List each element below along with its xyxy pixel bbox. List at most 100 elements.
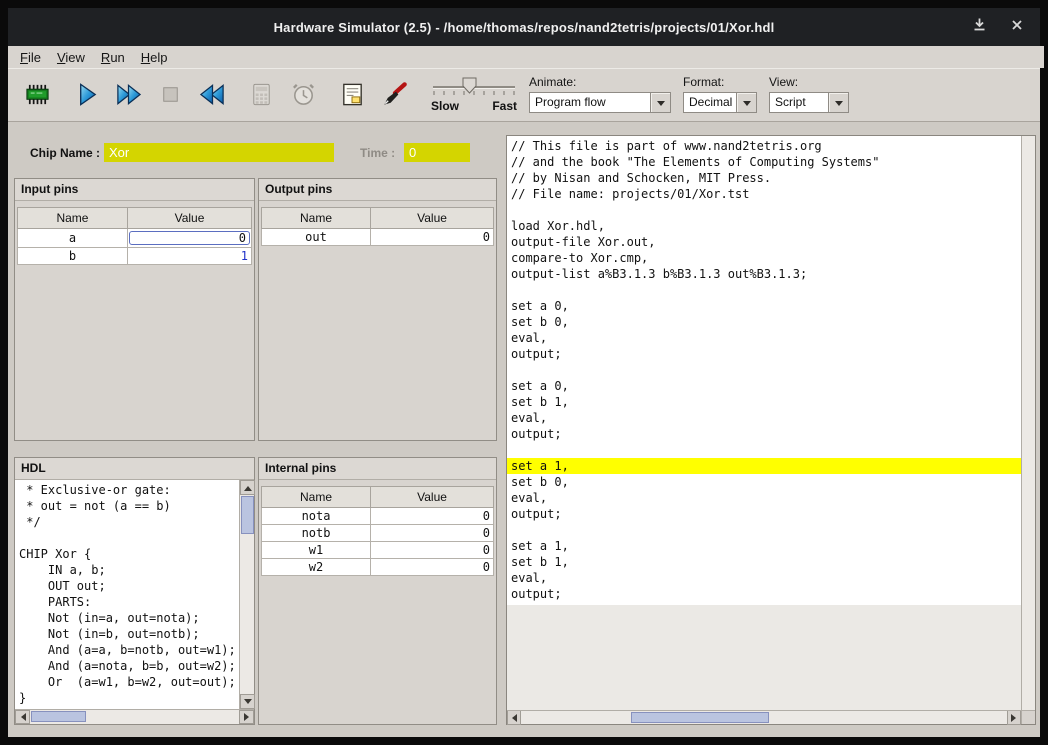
script-line: output-list a%B3.1.3 b%B3.1.3 out%B3.1.3… bbox=[507, 266, 1021, 282]
script-vertical-scrollbar[interactable] bbox=[1021, 136, 1035, 710]
chip-icon bbox=[24, 81, 51, 108]
clock-button[interactable] bbox=[282, 74, 324, 116]
script-line: eval, bbox=[507, 330, 1021, 346]
pin-value-cell[interactable]: 1 bbox=[127, 248, 251, 265]
menu-item[interactable]: Help bbox=[133, 46, 176, 68]
script-view: // This file is part of www.nand2tetris.… bbox=[507, 136, 1021, 605]
pin-value-cell: 0 bbox=[371, 559, 494, 576]
menu-item[interactable]: File bbox=[12, 46, 49, 68]
minimize-icon bbox=[972, 17, 987, 37]
view-select[interactable]: Script bbox=[769, 92, 849, 113]
script-line: set a 0, bbox=[507, 298, 1021, 314]
scroll-right-button[interactable] bbox=[1007, 711, 1021, 725]
script-line: eval, bbox=[507, 490, 1021, 506]
hardware-simulator-window: Hardware Simulator (2.5) - /home/thomas/… bbox=[0, 0, 1048, 745]
close-button[interactable] bbox=[1008, 18, 1026, 36]
input-pins-panel: Input pins Name Value a 0 bbox=[14, 178, 255, 441]
animate-select[interactable]: Program flow bbox=[529, 92, 671, 113]
scroll-down-button[interactable] bbox=[240, 694, 255, 709]
internal-pins-panel: Internal pins Name Value nota 0 bbox=[258, 457, 497, 725]
script-horizontal-scrollbar[interactable] bbox=[507, 710, 1021, 724]
script-line: set a 0, bbox=[507, 378, 1021, 394]
script-line bbox=[507, 362, 1021, 378]
hdl-title: HDL bbox=[15, 458, 254, 480]
hdl-code-view: * Exclusive-or gate: * out = not (a == b… bbox=[15, 480, 239, 709]
horizontal-scroll-thumb[interactable] bbox=[31, 711, 86, 722]
calculator-icon bbox=[248, 81, 275, 108]
output-pins-name-header: Name bbox=[262, 208, 371, 229]
view-label: View: bbox=[769, 75, 849, 89]
internal-pin-row: nota 0 bbox=[262, 508, 494, 525]
script-line: eval, bbox=[507, 410, 1021, 426]
script-icon bbox=[339, 81, 366, 108]
chevron-down-icon[interactable] bbox=[736, 93, 756, 112]
pin-value-cell: 0 bbox=[371, 229, 494, 246]
script-line: output-file Xor.out, bbox=[507, 234, 1021, 250]
titlebar[interactable]: Hardware Simulator (2.5) - /home/thomas/… bbox=[8, 8, 1040, 46]
input-pins-table: Name Value a 0 b 1 bbox=[17, 207, 252, 265]
scroll-left-button[interactable] bbox=[15, 710, 30, 724]
triangle-left-icon bbox=[508, 714, 517, 722]
single-step-button[interactable] bbox=[65, 74, 107, 116]
scroll-up-button[interactable] bbox=[240, 480, 255, 495]
minimize-button[interactable] bbox=[970, 18, 988, 36]
toolbar: Slow Fast Animate: Program flow Format: … bbox=[8, 68, 1040, 122]
view-script-button[interactable] bbox=[331, 74, 373, 116]
format-select[interactable]: Decimal bbox=[683, 92, 757, 113]
format-selected-value: Decimal bbox=[684, 93, 736, 112]
slider-fast-label: Fast bbox=[492, 99, 517, 113]
calculator-button[interactable] bbox=[240, 74, 282, 116]
chevron-down-icon[interactable] bbox=[828, 93, 848, 112]
pin-value-cell: 0 bbox=[371, 508, 494, 525]
script-line: set b 0, bbox=[507, 314, 1021, 330]
pin-name: out bbox=[262, 229, 371, 246]
pin-value-cell[interactable]: 0 bbox=[127, 229, 251, 248]
output-pins-table: Name Value out 0 bbox=[261, 207, 494, 246]
slider-thumb bbox=[463, 78, 476, 93]
close-icon bbox=[1010, 18, 1024, 37]
run-button[interactable] bbox=[107, 74, 149, 116]
reset-button[interactable] bbox=[191, 74, 233, 116]
hdl-vertical-scrollbar[interactable] bbox=[239, 480, 254, 709]
hdl-horizontal-scrollbar[interactable] bbox=[15, 709, 254, 724]
breakpoints-button[interactable] bbox=[373, 74, 415, 116]
internal-pin-row: w1 0 bbox=[262, 542, 494, 559]
stop-button[interactable] bbox=[149, 74, 191, 116]
format-label: Format: bbox=[683, 75, 757, 89]
script-line: set b 1, bbox=[507, 554, 1021, 570]
scroll-right-button[interactable] bbox=[239, 710, 254, 724]
script-line bbox=[507, 282, 1021, 298]
chevron-down-icon[interactable] bbox=[650, 93, 670, 112]
animate-label: Animate: bbox=[529, 75, 671, 89]
script-line: output; bbox=[507, 586, 1021, 602]
internal-pins-table: Name Value nota 0 notb 0 bbox=[261, 486, 494, 576]
script-line: set a 1, bbox=[507, 538, 1021, 554]
output-pin-row: out 0 bbox=[262, 229, 494, 246]
internal-pins-value-header: Value bbox=[371, 487, 494, 508]
script-line: output; bbox=[507, 346, 1021, 362]
script-line: output; bbox=[507, 426, 1021, 442]
chip-name-field[interactable]: Xor bbox=[104, 143, 334, 162]
vertical-scroll-thumb[interactable] bbox=[241, 496, 254, 534]
output-pins-title: Output pins bbox=[259, 179, 496, 201]
script-line: // and the book "The Elements of Computi… bbox=[507, 154, 1021, 170]
internal-pins-name-header: Name bbox=[262, 487, 371, 508]
scroll-left-button[interactable] bbox=[507, 711, 521, 725]
menu-item[interactable]: View bbox=[49, 46, 93, 68]
triangle-right-icon bbox=[1011, 714, 1020, 722]
load-chip-button[interactable] bbox=[16, 74, 58, 116]
input-pins-title: Input pins bbox=[15, 179, 254, 201]
pin-name: w2 bbox=[262, 559, 371, 576]
internal-pin-row: notb 0 bbox=[262, 525, 494, 542]
menubar: File View Run Help bbox=[8, 46, 1044, 68]
horizontal-scroll-thumb[interactable] bbox=[631, 712, 769, 723]
animate-selected-value: Program flow bbox=[530, 93, 650, 112]
slider-track[interactable] bbox=[431, 76, 517, 101]
triangle-down-icon bbox=[244, 699, 252, 708]
output-pins-value-header: Value bbox=[371, 208, 494, 229]
speed-slider[interactable]: Slow Fast bbox=[431, 76, 517, 113]
pin-name: w1 bbox=[262, 542, 371, 559]
menu-item[interactable]: Run bbox=[93, 46, 133, 68]
stop-square-icon bbox=[157, 81, 184, 108]
script-line bbox=[507, 202, 1021, 218]
